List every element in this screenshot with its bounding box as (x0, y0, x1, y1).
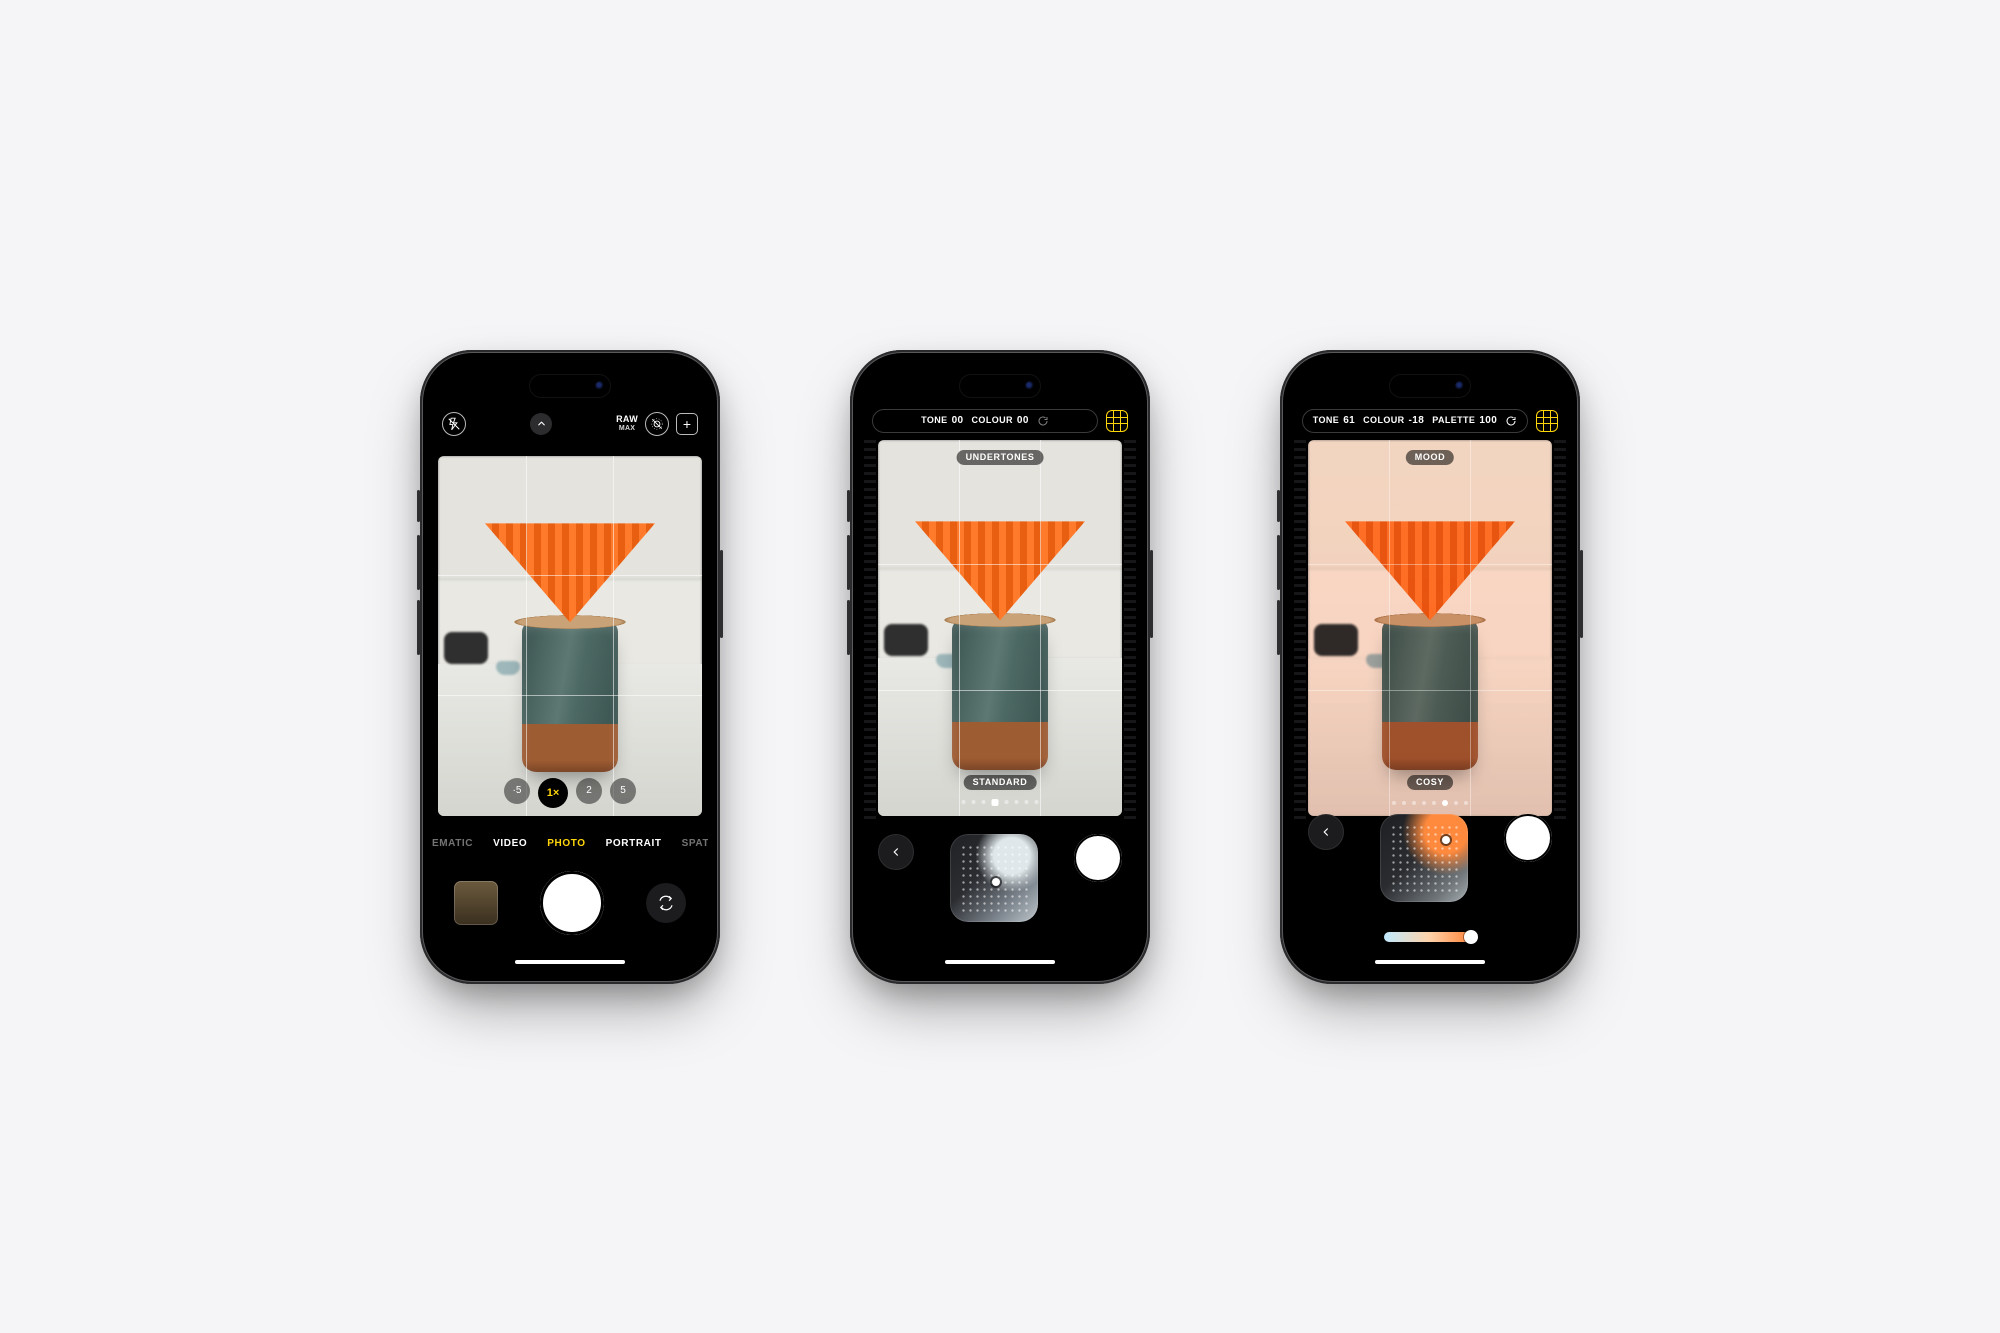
raw-toggle[interactable]: RAW MAX (616, 415, 638, 433)
mode-video[interactable]: VIDEO (493, 832, 527, 856)
zoom-controls: ·5 1× 2 5 (504, 778, 636, 808)
dynamic-island (1389, 374, 1471, 398)
phone-camera-standard: RAW MAX + ·5 1× 2 5 (420, 350, 720, 984)
shutter-button[interactable] (1504, 814, 1552, 862)
palette-label: PALETTE (1432, 416, 1475, 425)
camera-bottom-row (432, 868, 708, 938)
flash-off-icon[interactable] (442, 412, 466, 436)
style-rail-left[interactable] (864, 440, 876, 822)
style-dots (962, 799, 1039, 806)
colour-label: COLOUR (972, 416, 1013, 425)
reset-icon[interactable] (1505, 415, 1517, 427)
preview-image (1308, 440, 1552, 816)
zoom-5x[interactable]: 5 (610, 778, 636, 804)
dynamic-island (959, 374, 1041, 398)
home-indicator[interactable] (945, 960, 1055, 964)
style-bottom-row (862, 834, 1138, 944)
camera-viewfinder[interactable]: ·5 1× 2 5 (438, 456, 702, 816)
mode-portrait[interactable]: PORTRAIT (606, 832, 662, 856)
dynamic-island (529, 374, 611, 398)
style-name-label: COSY (1407, 775, 1453, 790)
camera-top-bar: RAW MAX + (432, 406, 708, 442)
last-photo-thumbnail[interactable] (454, 881, 498, 925)
camera-switch-button[interactable] (646, 883, 686, 923)
style-rail-right[interactable] (1124, 440, 1136, 822)
palette-slider[interactable] (1384, 932, 1476, 942)
style-top-bar: TONE 00 COLOUR 00 (862, 406, 1138, 436)
chevron-up-icon[interactable] (530, 413, 552, 435)
back-button[interactable] (878, 834, 914, 870)
phone-style-mood-cosy: TONE 61 COLOUR -18 PALETTE 100 MOOD COSY (1280, 350, 1580, 984)
grid-toggle-icon[interactable] (1536, 410, 1558, 432)
zoom-2x[interactable]: 2 (576, 778, 602, 804)
style-rail-right[interactable] (1554, 440, 1566, 822)
tone-colour-palette-capsule[interactable]: TONE 61 COLOUR -18 PALETTE 100 (1302, 409, 1528, 433)
style-category-label: MOOD (1406, 450, 1454, 465)
mode-cinematic[interactable]: CINEMATIC (432, 832, 473, 856)
tone-label: TONE (921, 416, 947, 425)
tone-colour-capsule[interactable]: TONE 00 COLOUR 00 (872, 409, 1098, 433)
tone-value: 61 (1343, 416, 1355, 426)
phone-style-undertones: TONE 00 COLOUR 00 UNDERTONES STANDARD (850, 350, 1150, 984)
style-category-label: UNDERTONES (957, 450, 1044, 465)
style-preview[interactable]: UNDERTONES STANDARD (878, 440, 1122, 816)
pad-cursor[interactable] (1442, 836, 1450, 844)
colour-label: COLOUR (1363, 416, 1404, 425)
zoom-1x[interactable]: 1× (538, 778, 568, 808)
live-photo-off-icon[interactable] (645, 412, 669, 436)
home-indicator[interactable] (1375, 960, 1485, 964)
mode-photo[interactable]: PHOTO (547, 832, 585, 856)
preview-image (878, 440, 1122, 816)
camera-mode-strip[interactable]: CINEMATIC VIDEO PHOTO PORTRAIT SPATIAL (432, 832, 708, 856)
tone-colour-pad[interactable] (1380, 814, 1468, 902)
tone-value: 00 (952, 416, 964, 426)
raw-label: RAW (616, 415, 638, 424)
mode-spatial[interactable]: SPATIAL (682, 832, 708, 856)
reset-icon (1037, 415, 1049, 427)
palette-slider-knob[interactable] (1464, 930, 1478, 944)
style-top-bar: TONE 61 COLOUR -18 PALETTE 100 (1292, 406, 1568, 436)
style-dots (1392, 800, 1468, 806)
raw-sub: MAX (619, 424, 635, 433)
tone-colour-pad[interactable] (950, 834, 1038, 922)
shutter-button[interactable] (540, 871, 604, 935)
shutter-button[interactable] (1074, 834, 1122, 882)
preview-image (438, 456, 702, 816)
style-name-label: STANDARD (964, 775, 1037, 790)
tone-label: TONE (1313, 416, 1339, 425)
style-bottom-row (1292, 814, 1568, 944)
style-preview[interactable]: MOOD COSY (1308, 440, 1552, 816)
screen: RAW MAX + ·5 1× 2 5 (432, 362, 708, 972)
style-rail-left[interactable] (1294, 440, 1306, 822)
grid-toggle-icon[interactable] (1106, 410, 1128, 432)
home-indicator[interactable] (515, 960, 625, 964)
colour-value: 00 (1017, 416, 1029, 426)
back-button[interactable] (1308, 814, 1344, 850)
zoom-0-5x[interactable]: ·5 (504, 778, 530, 804)
pad-cursor[interactable] (992, 878, 1000, 886)
styles-button-icon[interactable]: + (676, 413, 698, 435)
palette-value: 100 (1479, 416, 1497, 426)
colour-value: -18 (1409, 416, 1425, 426)
